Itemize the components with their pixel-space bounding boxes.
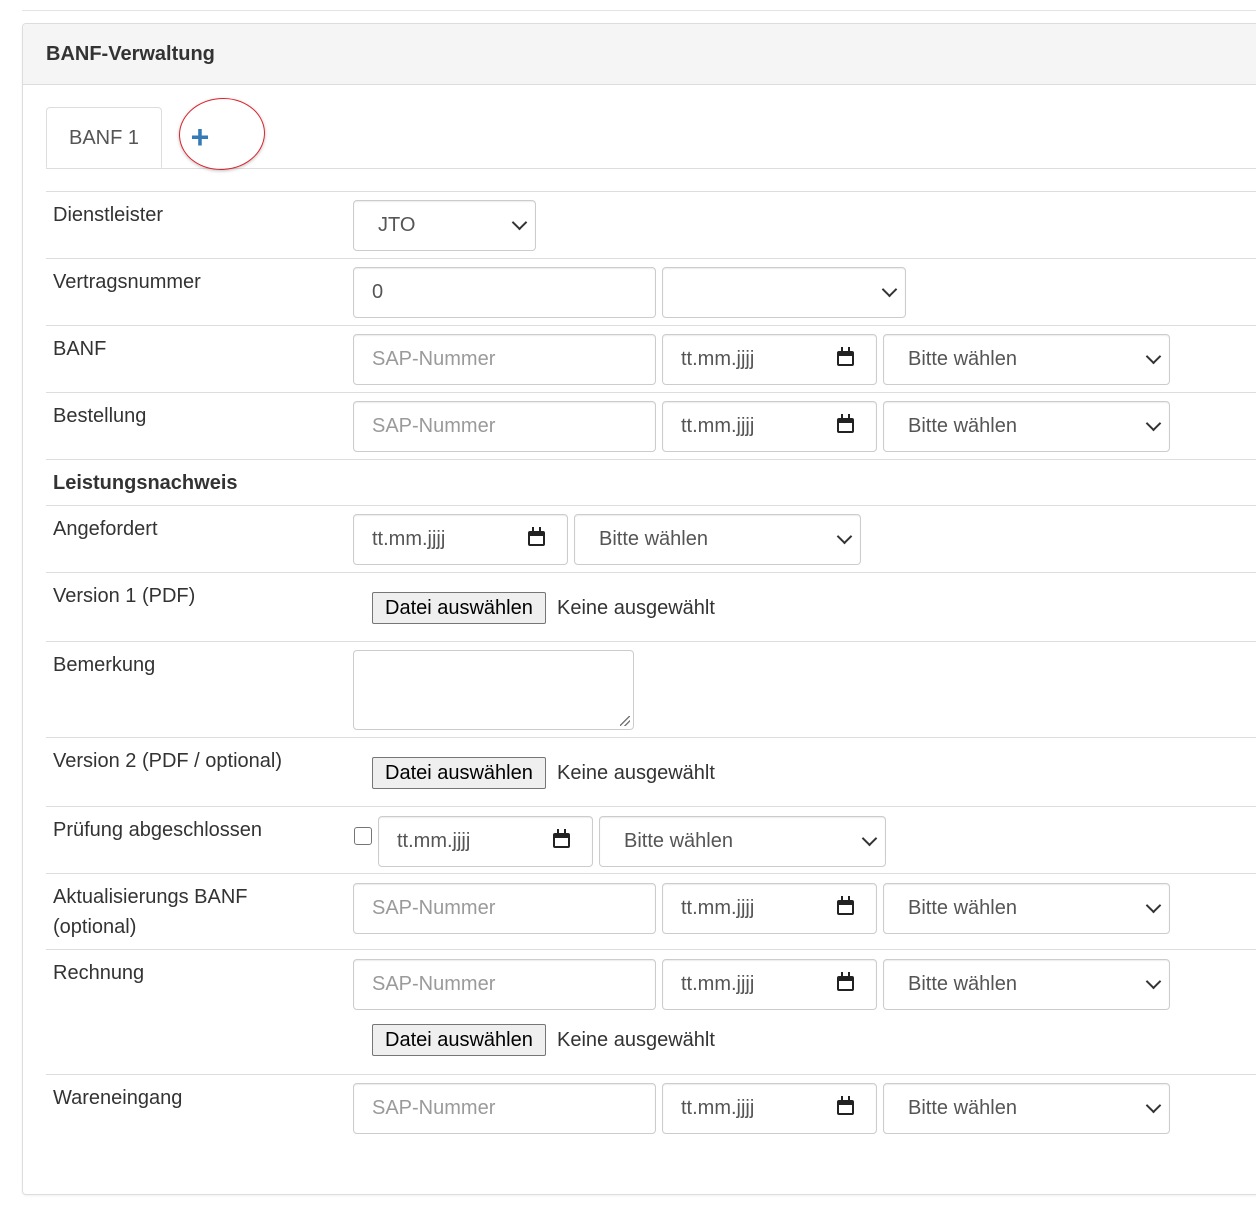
- row-bemerkung: Bemerkung: [46, 641, 1256, 738]
- panel-title: BANF-Verwaltung: [46, 43, 215, 65]
- chevron-down-icon: [836, 528, 853, 545]
- tab-banf-1[interactable]: BANF 1: [46, 107, 162, 168]
- bestellung-select[interactable]: Bitte wählen: [883, 401, 1170, 452]
- banf-select[interactable]: Bitte wählen: [883, 334, 1170, 385]
- select-placeholder: Bitte wählen: [599, 528, 708, 550]
- chevron-down-icon: [511, 214, 528, 231]
- rechnung-file-status: Keine ausgewählt: [557, 1029, 715, 1051]
- version2-file-status: Keine ausgewählt: [557, 762, 715, 784]
- select-placeholder: Bitte wählen: [908, 973, 1017, 995]
- wareneingang-date-input[interactable]: tt.mm.jjjj: [662, 1083, 877, 1134]
- date-placeholder: tt.mm.jjjj: [372, 528, 446, 550]
- row-banf: BANF SAP-Nummer tt.mm.jjjj Bitte wählen: [46, 325, 1256, 393]
- panel-heading: BANF-Verwaltung: [23, 24, 1256, 85]
- resize-handle-icon[interactable]: [620, 716, 630, 726]
- bestellung-date-input[interactable]: tt.mm.jjjj: [662, 401, 877, 452]
- chevron-down-icon: [881, 281, 898, 298]
- select-placeholder: Bitte wählen: [908, 415, 1017, 437]
- label-dienstleister: Dienstleister: [53, 204, 164, 226]
- row-vertragsnummer: Vertragsnummer 0: [46, 258, 1256, 326]
- vertragsnummer-select[interactable]: [662, 267, 906, 318]
- bemerkung-textarea[interactable]: [353, 650, 634, 730]
- select-placeholder: Bitte wählen: [908, 1097, 1017, 1119]
- label-bestellung: Bestellung: [53, 405, 147, 427]
- label-aktualisierung-line2: (optional): [53, 916, 137, 938]
- row-wareneingang: Wareneingang SAP-Nummer tt.mm.jjjj Bitte…: [46, 1074, 1256, 1165]
- calendar-icon[interactable]: [837, 414, 854, 433]
- vertragsnummer-input[interactable]: 0: [353, 267, 656, 318]
- version1-file-button[interactable]: Datei auswählen: [372, 592, 546, 624]
- calendar-icon[interactable]: [837, 972, 854, 991]
- aktualisierung-select[interactable]: Bitte wählen: [883, 883, 1170, 934]
- label-version2: Version 2 (PDF / optional): [53, 750, 282, 772]
- date-placeholder: tt.mm.jjjj: [681, 897, 755, 919]
- row-pruefung: Prüfung abgeschlossen tt.mm.jjjj Bitte w…: [46, 806, 1256, 874]
- row-version1: Version 1 (PDF) Datei auswählen Keine au…: [46, 572, 1256, 642]
- chevron-down-icon: [1145, 1097, 1162, 1114]
- calendar-icon[interactable]: [837, 347, 854, 366]
- wareneingang-select[interactable]: Bitte wählen: [883, 1083, 1170, 1134]
- rechnung-file-button[interactable]: Datei auswählen: [372, 1024, 546, 1056]
- chevron-down-icon: [1145, 897, 1162, 914]
- date-placeholder: tt.mm.jjjj: [397, 830, 471, 852]
- label-version1: Version 1 (PDF): [53, 585, 196, 607]
- wareneingang-sap-input[interactable]: SAP-Nummer: [353, 1083, 656, 1134]
- banf-sap-input[interactable]: SAP-Nummer: [353, 334, 656, 385]
- calendar-icon[interactable]: [528, 527, 545, 546]
- label-angefordert: Angefordert: [53, 518, 158, 540]
- row-version2: Version 2 (PDF / optional) Datei auswähl…: [46, 737, 1256, 807]
- label-aktualisierung: Aktualisierungs BANF (optional): [53, 882, 248, 942]
- label-aktualisierung-line1: Aktualisierungs BANF: [53, 886, 248, 908]
- label-rechnung: Rechnung: [53, 962, 145, 984]
- label-banf: BANF: [53, 338, 107, 360]
- pruefung-checkbox[interactable]: [354, 827, 372, 845]
- select-placeholder: Bitte wählen: [908, 348, 1017, 370]
- aktualisierung-sap-input[interactable]: SAP-Nummer: [353, 883, 656, 934]
- row-angefordert: Angefordert tt.mm.jjjj Bitte wählen: [46, 505, 1256, 573]
- banf-date-input[interactable]: tt.mm.jjjj: [662, 334, 877, 385]
- banf-tabs: BANF 1 +: [46, 95, 1256, 173]
- aktualisierung-date-input[interactable]: tt.mm.jjjj: [662, 883, 877, 934]
- rechnung-sap-input[interactable]: SAP-Nummer: [353, 959, 656, 1010]
- row-aktualisierung: Aktualisierungs BANF (optional) SAP-Numm…: [46, 873, 1256, 950]
- label-wareneingang: Wareneingang: [53, 1087, 183, 1109]
- calendar-icon[interactable]: [553, 829, 570, 848]
- chevron-down-icon: [1145, 348, 1162, 365]
- section-heading-leistungsnachweis: Leistungsnachweis: [53, 472, 238, 494]
- select-placeholder: Bitte wählen: [908, 897, 1017, 919]
- date-placeholder: tt.mm.jjjj: [681, 973, 755, 995]
- row-leistungsnachweis: Leistungsnachweis: [46, 459, 1256, 506]
- label-vertragsnummer: Vertragsnummer: [53, 271, 201, 293]
- date-placeholder: tt.mm.jjjj: [681, 1097, 755, 1119]
- top-divider: [22, 10, 1256, 11]
- dienstleister-value: JTO: [378, 214, 416, 236]
- angefordert-date-input[interactable]: tt.mm.jjjj: [353, 514, 568, 565]
- chevron-down-icon: [1145, 973, 1162, 990]
- bestellung-sap-input[interactable]: SAP-Nummer: [353, 401, 656, 452]
- select-placeholder: Bitte wählen: [624, 830, 733, 852]
- date-placeholder: tt.mm.jjjj: [681, 415, 755, 437]
- chevron-down-icon: [861, 830, 878, 847]
- row-rechnung: Rechnung SAP-Nummer tt.mm.jjjj Bitte wäh…: [46, 949, 1256, 1075]
- calendar-icon[interactable]: [837, 1096, 854, 1115]
- pruefung-date-input[interactable]: tt.mm.jjjj: [378, 816, 593, 867]
- chevron-down-icon: [1145, 415, 1162, 432]
- row-dienstleister: Dienstleister JTO: [46, 191, 1256, 259]
- rechnung-select[interactable]: Bitte wählen: [883, 959, 1170, 1010]
- date-placeholder: tt.mm.jjjj: [681, 348, 755, 370]
- angefordert-select[interactable]: Bitte wählen: [574, 514, 861, 565]
- version1-file-status: Keine ausgewählt: [557, 597, 715, 619]
- pruefung-select[interactable]: Bitte wählen: [599, 816, 886, 867]
- calendar-icon[interactable]: [837, 896, 854, 915]
- label-bemerkung: Bemerkung: [53, 654, 156, 676]
- label-pruefung: Prüfung abgeschlossen: [53, 819, 263, 841]
- banf-panel: BANF-Verwaltung BANF 1 + Dienstleister J…: [22, 23, 1256, 1195]
- rechnung-date-input[interactable]: tt.mm.jjjj: [662, 959, 877, 1010]
- version2-file-button[interactable]: Datei auswählen: [372, 757, 546, 789]
- row-bestellung: Bestellung SAP-Nummer tt.mm.jjjj Bitte w…: [46, 392, 1256, 460]
- dienstleister-select[interactable]: JTO: [353, 200, 536, 251]
